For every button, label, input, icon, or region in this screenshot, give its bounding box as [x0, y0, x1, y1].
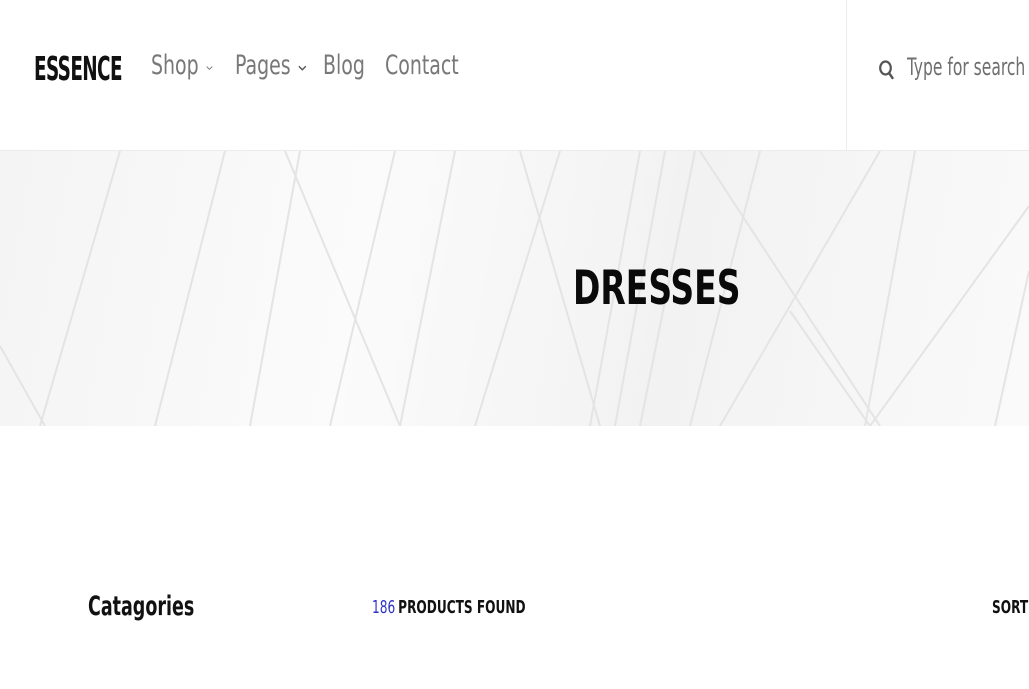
main-nav: Shop Pages Blog Contact — [151, 46, 482, 86]
categories-heading: Catagories — [88, 591, 195, 622]
logo[interactable]: ESSENCE — [34, 48, 123, 90]
products-found: 186 PRODUCTS FOUND — [372, 596, 526, 620]
hero-background-pattern — [0, 151, 1029, 426]
nav-item-label: Shop — [151, 50, 199, 81]
page-title: DRESSES — [573, 261, 741, 316]
nav-item-contact[interactable]: Contact — [385, 48, 465, 84]
search-icon[interactable] — [878, 58, 894, 80]
sort-label[interactable]: SORT — [992, 596, 1028, 620]
nav-item-shop[interactable]: Shop — [151, 48, 213, 84]
nav-item-label: Blog — [323, 50, 365, 81]
nav-item-blog[interactable]: Blog — [323, 48, 365, 84]
nav-item-label: Pages — [235, 50, 291, 81]
products-count: 186 — [372, 597, 396, 618]
nav-item-label: Contact — [385, 50, 459, 81]
nav-item-pages[interactable]: Pages — [235, 48, 307, 84]
chevron-down-icon — [298, 65, 307, 71]
search-input[interactable] — [907, 50, 1029, 84]
chevron-down-icon — [206, 66, 213, 71]
products-found-label: PRODUCTS FOUND — [398, 597, 526, 618]
hero-banner: DRESSES — [0, 151, 1029, 426]
site-header: ESSENCE Shop Pages Blog Contact — [0, 0, 1029, 151]
search-area — [846, 0, 1029, 151]
